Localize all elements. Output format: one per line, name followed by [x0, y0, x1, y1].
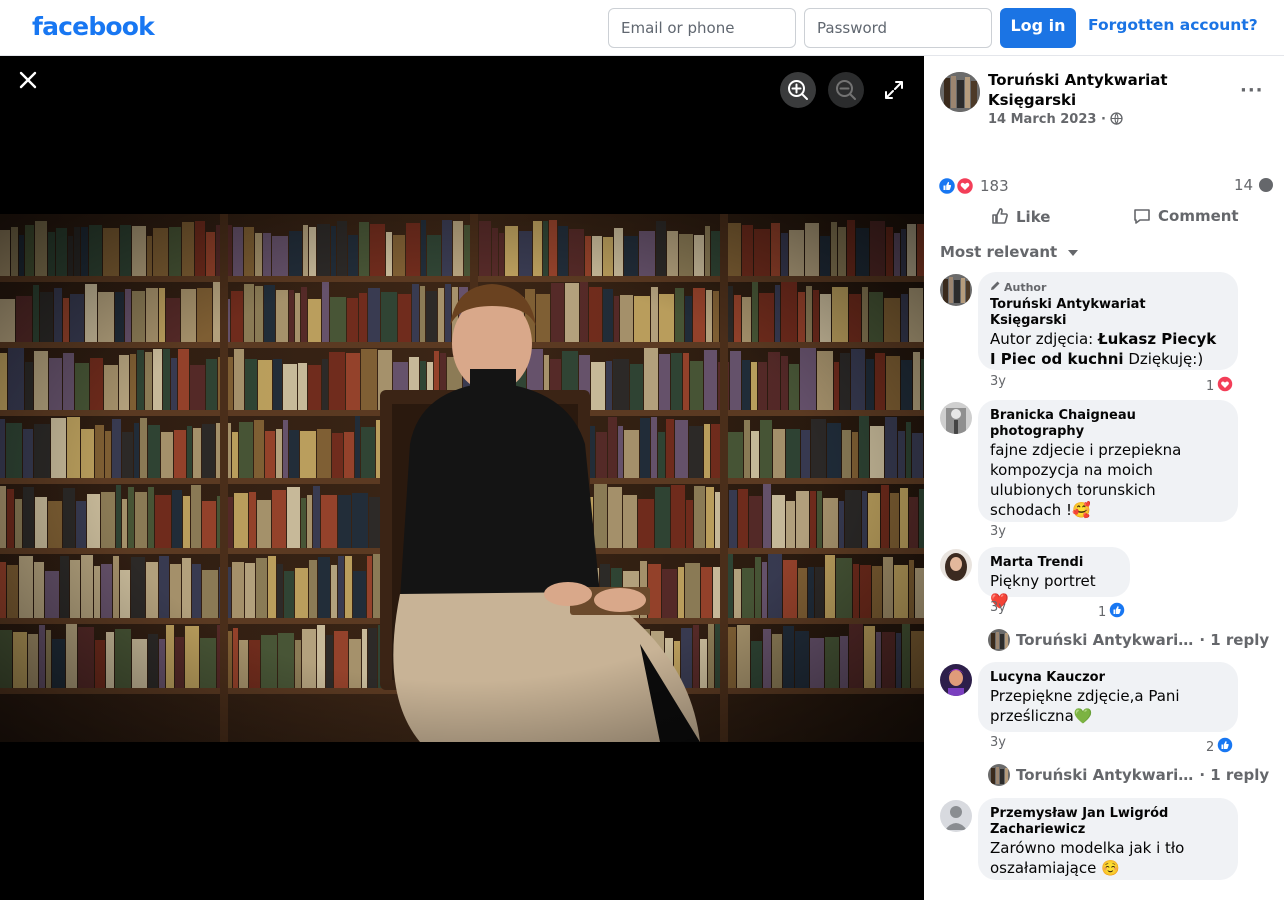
- reply-count[interactable]: · 1 reply: [1199, 766, 1269, 784]
- comment-icon: [1132, 206, 1152, 230]
- comment-author[interactable]: Marta Trendi: [990, 555, 1118, 571]
- view-replies-link[interactable]: Toruński Antykwari… · 1 reply: [988, 629, 1269, 651]
- like-icon: [990, 206, 1010, 230]
- comment-avatar[interactable]: [940, 274, 972, 306]
- pencil-icon: [990, 280, 1001, 294]
- globe-icon: [1110, 112, 1124, 129]
- view-replies-link[interactable]: Toruński Antykwari… · 1 reply: [988, 764, 1269, 786]
- comment-text: Autor zdjęcia: Łukasz Piecyk I Piec od k…: [990, 329, 1226, 369]
- reaction-count[interactable]: 183: [980, 177, 1009, 195]
- page-name[interactable]: Toruński Antykwariat Księgarski: [988, 70, 1188, 110]
- top-bar: facebook Email or phone Password Log in …: [0, 0, 1284, 56]
- like-label[interactable]: Like: [1016, 208, 1050, 226]
- comment-count[interactable]: 14: [1234, 176, 1274, 197]
- page-avatar[interactable]: [940, 72, 980, 112]
- comment-time[interactable]: 3y: [990, 735, 1006, 750]
- comment-count-text[interactable]: 14: [1234, 176, 1253, 194]
- facebook-logo[interactable]: facebook: [32, 12, 155, 41]
- zoom-out-icon[interactable]: [828, 72, 864, 108]
- comment-time[interactable]: 3y: [990, 600, 1006, 615]
- author-badge-label: Author: [1004, 280, 1047, 294]
- photo-viewer: [0, 56, 924, 900]
- comment-text: Przepiękne zdjęcie,a Pani prześliczna💚: [990, 687, 1180, 725]
- comment-bubble: Przemysław Jan Lwigród Zachariewicz Zaró…: [978, 798, 1238, 880]
- comment-reaction-count[interactable]: 2: [1206, 740, 1214, 755]
- reply-avatar: [988, 764, 1010, 786]
- date-separator: ·: [1100, 112, 1106, 127]
- comment-sort-dropdown[interactable]: Most relevant: [940, 242, 1079, 261]
- comment-button[interactable]: Comment: [1132, 206, 1239, 230]
- sort-label[interactable]: Most relevant: [940, 243, 1057, 261]
- like-reaction-icon: [1108, 601, 1127, 623]
- forgotten-account-link[interactable]: Forgotten account?: [1088, 16, 1258, 34]
- reply-avatar: [988, 629, 1010, 651]
- comment-reactions[interactable]: 2: [1206, 736, 1235, 758]
- password-field[interactable]: Password: [804, 8, 992, 48]
- comment-time[interactable]: 3y: [990, 524, 1006, 539]
- reply-author[interactable]: Toruński Antykwari…: [1016, 631, 1193, 649]
- close-icon[interactable]: [14, 66, 42, 94]
- post-date[interactable]: 14 March 2023 ·: [988, 112, 1124, 129]
- more-options-icon[interactable]: ···: [1240, 80, 1264, 101]
- comment-reaction-count[interactable]: 1: [1206, 379, 1214, 394]
- caret-down-icon: [1068, 242, 1079, 260]
- comment-avatar[interactable]: [940, 402, 972, 434]
- comment-time[interactable]: 3y: [990, 374, 1006, 389]
- comment-bubble: Author Toruński Antykwariat Księgarski A…: [978, 272, 1238, 370]
- love-icon: [1216, 375, 1235, 397]
- reaction-icons[interactable]: [937, 176, 976, 196]
- comment-text: Zarówno modelka jak i tło oszałamiające …: [990, 839, 1185, 877]
- email-field[interactable]: Email or phone: [608, 8, 796, 48]
- comment-bubble: Branicka Chaigneau photography fajne zdj…: [978, 400, 1238, 522]
- comment-reactions[interactable]: 1: [1206, 375, 1235, 397]
- fullscreen-icon[interactable]: [876, 72, 912, 108]
- login-button[interactable]: Log in: [1000, 8, 1076, 48]
- post-photo: [0, 214, 924, 742]
- author-badge: Author: [990, 280, 1226, 294]
- like-button[interactable]: Like: [990, 206, 1050, 230]
- zoom-in-icon[interactable]: [780, 72, 816, 108]
- comment-reaction-count[interactable]: 1: [1098, 605, 1106, 620]
- comment-reactions[interactable]: 1: [1098, 601, 1127, 623]
- comment-bubble: Lucyna Kauczor Przepiękne zdjęcie,a Pani…: [978, 662, 1238, 732]
- reply-author[interactable]: Toruński Antykwari…: [1016, 766, 1193, 784]
- comment-text-pre: Autor zdjęcia:: [990, 330, 1098, 348]
- post-sidebar: Toruński Antykwariat Księgarski 14 March…: [924, 56, 1284, 900]
- post-date-text[interactable]: 14 March 2023: [988, 112, 1096, 127]
- comment-author[interactable]: Branicka Chaigneau photography: [990, 408, 1226, 440]
- comment-label[interactable]: Comment: [1158, 207, 1239, 225]
- comment-author[interactable]: Przemysław Jan Lwigród Zachariewicz: [990, 806, 1226, 838]
- comment-avatar[interactable]: [940, 800, 972, 832]
- comment-avatar[interactable]: [940, 664, 972, 696]
- reply-count[interactable]: · 1 reply: [1199, 631, 1269, 649]
- comment-bubble: Marta Trendi Piękny portret ❤️: [978, 547, 1130, 610]
- comment-avatar[interactable]: [940, 549, 972, 581]
- like-reaction-icon: [1216, 736, 1235, 758]
- comment-author[interactable]: Toruński Antykwariat Księgarski: [990, 297, 1226, 329]
- comment-text-post: Dziękuję:): [1123, 350, 1204, 368]
- comment-author[interactable]: Lucyna Kauczor: [990, 670, 1226, 686]
- comment-text: fajne zdjecie i przepiekna kompozycja na…: [990, 441, 1182, 519]
- comment-bubble-icon: [1258, 177, 1274, 197]
